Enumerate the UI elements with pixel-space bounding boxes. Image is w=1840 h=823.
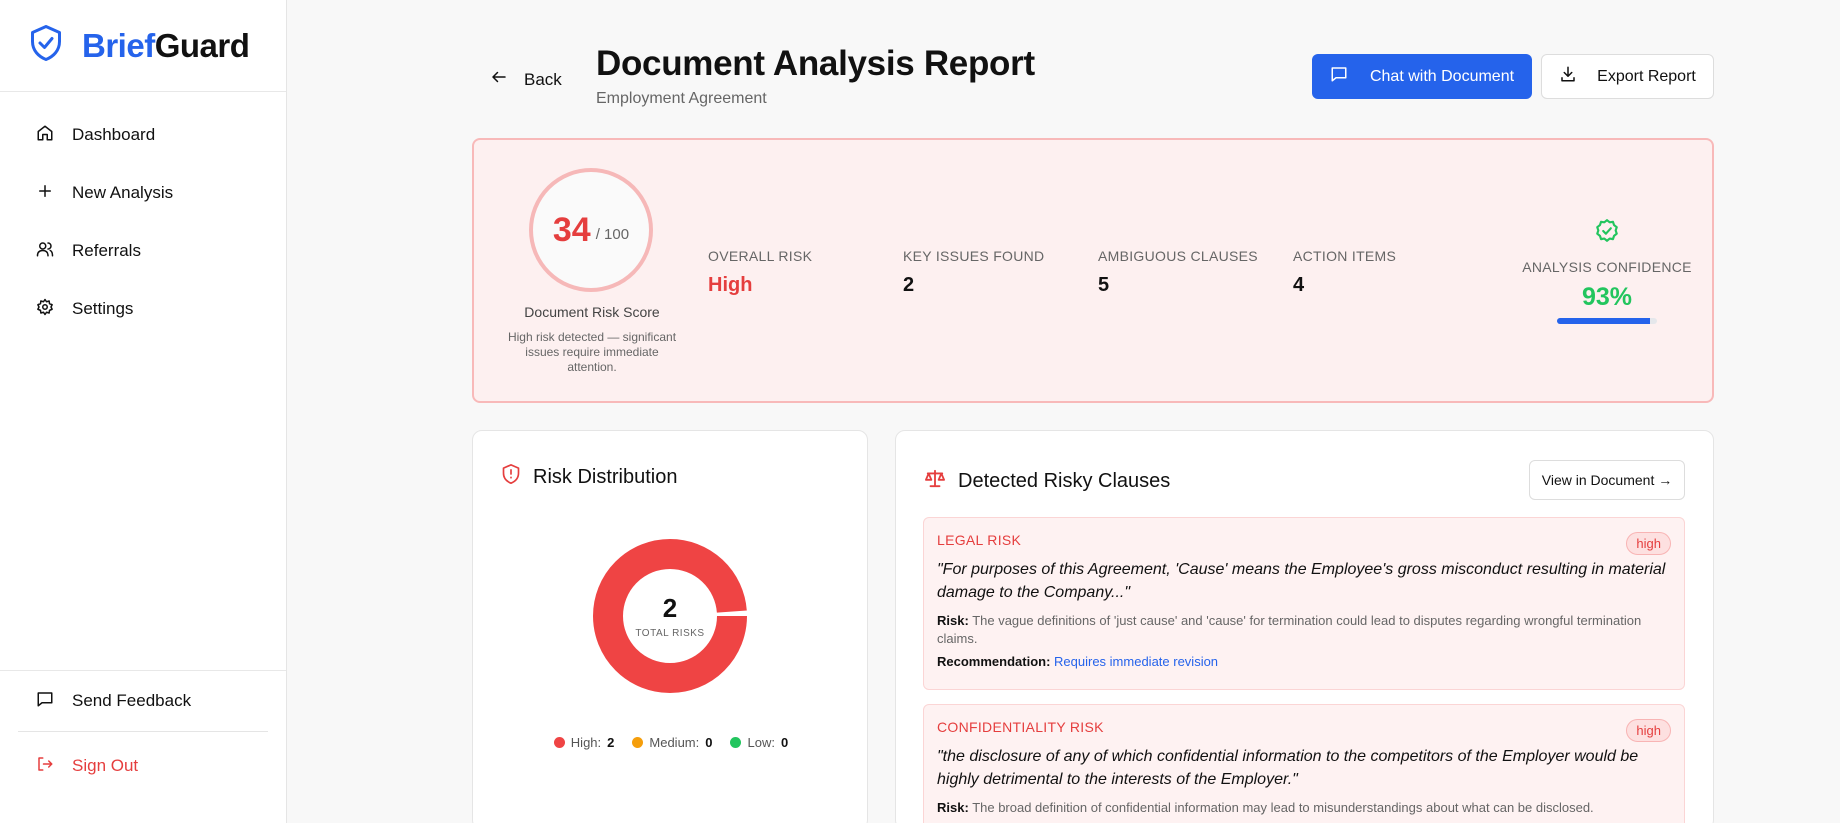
- risk-score-note: High risk detected — significant issues …: [507, 330, 677, 374]
- stat-value: 4: [1293, 274, 1305, 296]
- legend-medium: Medium: 0: [632, 735, 712, 750]
- stat-label: ACTION ITEMS: [1293, 248, 1397, 264]
- card-title-text: Detected Risky Clauses: [958, 469, 1171, 492]
- clause-quote: "For purposes of this Agreement, 'Cause'…: [937, 561, 1666, 601]
- back-button[interactable]: Back: [490, 68, 562, 91]
- confidence-value: 93%: [1581, 283, 1633, 311]
- clause-quote: "the disclosure of any of which confiden…: [937, 748, 1639, 788]
- report-header: Back Document Analysis Report Employment…: [472, 44, 1714, 114]
- sidebar-item-label: Dashboard: [72, 125, 156, 144]
- stat-label: KEY ISSUES FOUND: [903, 248, 1045, 264]
- legend-label: Medium:: [649, 735, 700, 750]
- sidebar-item-label: New Analysis: [72, 183, 174, 202]
- legend-value: 2: [607, 735, 615, 750]
- chat-with-document-button[interactable]: Chat with Document: [1312, 54, 1532, 99]
- stat-value: 2: [903, 274, 915, 296]
- download-icon: [1559, 65, 1577, 88]
- sign-out-button[interactable]: Sign Out: [0, 736, 286, 796]
- risk-donut-chart: 2 TOTAL RISKS: [585, 531, 755, 701]
- legend-label: High:: [570, 735, 602, 750]
- legend-dot: [632, 737, 644, 748]
- send-feedback-button[interactable]: Send Feedback: [0, 671, 286, 731]
- analysis-confidence: ANALYSIS CONFIDENCE 93%: [1522, 218, 1692, 324]
- brand[interactable]: BriefGuard: [0, 0, 286, 92]
- home-icon: [36, 124, 54, 147]
- export-label: Export Report: [1597, 67, 1696, 85]
- sidebar-item-settings[interactable]: Settings: [0, 280, 286, 338]
- clause-type: LEGAL RISK: [937, 532, 1022, 548]
- page-title: Document Analysis Report: [596, 44, 1035, 83]
- sidebar: BriefGuard Dashboard New Analysis Referr…: [0, 0, 287, 823]
- confidence-label: ANALYSIS CONFIDENCE: [1522, 259, 1692, 275]
- document-type: Employment Agreement: [596, 90, 767, 107]
- sidebar-item-new-analysis[interactable]: New Analysis: [0, 164, 286, 222]
- sidebar-item-label: Referrals: [72, 241, 141, 260]
- stat-action-items: ACTION ITEMS 4: [1293, 248, 1396, 297]
- legend-dot: [730, 737, 742, 748]
- sidebar-footer: Send Feedback Sign Out: [0, 670, 286, 823]
- sidebar-item-referrals[interactable]: Referrals: [0, 222, 286, 280]
- brand-name: BriefGuard: [82, 26, 250, 64]
- view-in-document-button[interactable]: View in Document →: [1529, 460, 1685, 500]
- logout-icon: [36, 755, 54, 778]
- confidence-bar: [1557, 318, 1657, 324]
- stat-label: AMBIGUOUS CLAUSES: [1098, 248, 1258, 264]
- message-icon: [36, 690, 54, 713]
- legend-low: Low: 0: [730, 735, 788, 750]
- risky-clauses-card: Detected Risky Clauses View in Document …: [895, 430, 1714, 823]
- severity-badge: high: [1626, 532, 1671, 555]
- message-icon: [1330, 65, 1348, 88]
- stat-label: OVERALL RISK: [708, 248, 813, 264]
- donut-center: 2 TOTAL RISKS: [585, 531, 755, 701]
- clause-risk: Risk: The vague definitions of 'just cau…: [937, 613, 1642, 646]
- arrow-left-icon: [490, 68, 508, 91]
- sidebar-item-dashboard[interactable]: Dashboard: [0, 106, 286, 164]
- signout-label: Sign Out: [72, 756, 139, 775]
- stat-value: High: [708, 274, 753, 296]
- chat-label: Chat with Document: [1369, 67, 1515, 85]
- divider: [18, 731, 268, 732]
- risk-score: 34: [552, 210, 591, 249]
- total-risks-label: TOTAL RISKS: [635, 628, 705, 639]
- clause-risk: Risk: The broad definition of confidenti…: [937, 800, 1594, 815]
- risk-legend: High: 2 Medium: 0 Low: 0: [473, 735, 869, 750]
- clause-type: CONFIDENTIALITY RISK: [937, 719, 1104, 735]
- confidence-bar-fill: [1557, 318, 1650, 324]
- risk-summary-card: 34 / 100 Document Risk Score High risk d…: [472, 138, 1714, 403]
- legend-label: Low:: [747, 735, 775, 750]
- card-title-text: Risk Distribution: [533, 465, 678, 488]
- risk-score-max: / 100: [595, 225, 630, 243]
- risk-score-label: Document Risk Score: [524, 304, 660, 320]
- clause-recommendation: Recommendation: Requires immediate revis…: [937, 654, 1219, 669]
- users-icon: [36, 240, 54, 263]
- gear-icon: [36, 298, 54, 321]
- clause-item[interactable]: CONFIDENTIALITY RISK high "the disclosur…: [923, 704, 1685, 823]
- shield-alert-icon: [501, 463, 521, 491]
- risk-score-ring: 34 / 100: [529, 168, 653, 292]
- feedback-label: Send Feedback: [72, 691, 192, 710]
- back-label: Back: [524, 69, 562, 89]
- plus-icon: [36, 182, 54, 205]
- legend-dot: [553, 737, 565, 748]
- shield-check-icon: [28, 23, 64, 68]
- sidebar-nav: Dashboard New Analysis Referrals Setting…: [0, 92, 286, 338]
- clause-item[interactable]: LEGAL RISK high "For purposes of this Ag…: [923, 517, 1685, 690]
- stat-overall-risk: OVERALL RISK High: [708, 248, 812, 297]
- risk-distribution-title: Risk Distribution: [501, 463, 677, 491]
- stat-key-issues: KEY ISSUES FOUND 2: [903, 248, 1044, 297]
- export-report-button[interactable]: Export Report: [1541, 54, 1714, 99]
- total-risks: 2: [662, 593, 678, 623]
- sidebar-item-label: Settings: [72, 299, 134, 318]
- risky-clauses-title: Detected Risky Clauses: [924, 468, 1170, 494]
- scale-icon: [924, 468, 946, 494]
- legend-value: 0: [780, 735, 789, 750]
- legend-value: 0: [705, 735, 713, 750]
- legend-high: High: 2: [553, 735, 615, 750]
- risk-distribution-card: Risk Distribution 2 TOTAL RISKS High: 2 …: [472, 430, 868, 823]
- stat-value: 5: [1098, 274, 1110, 296]
- severity-badge: high: [1626, 719, 1671, 742]
- stat-ambiguous-clauses: AMBIGUOUS CLAUSES 5: [1098, 248, 1258, 297]
- check-circle-icon: [1594, 219, 1620, 248]
